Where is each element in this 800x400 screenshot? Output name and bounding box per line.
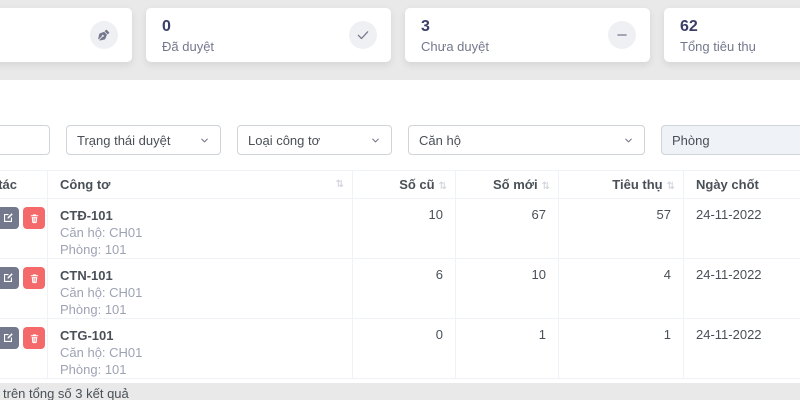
pen-nib-icon — [90, 21, 118, 49]
edit-icon — [2, 332, 14, 344]
select-label: Loại công tơ — [248, 133, 320, 148]
table-row: CTN-101 Căn hộ: CH01 Phòng: 101 6 10 4 2… — [0, 259, 800, 319]
delete-button[interactable] — [23, 267, 45, 289]
select-label: Phòng — [672, 133, 710, 148]
table-row: CTG-101 Căn hộ: CH01 Phòng: 101 0 1 1 24… — [0, 319, 800, 379]
consumption-cell: 1 — [559, 319, 684, 379]
old-number-cell: 0 — [353, 319, 456, 379]
stats-row: 0 Đã duyệt 3 Chưa duyệt 62 — [0, 8, 800, 62]
select-label: Căn hộ — [419, 133, 461, 148]
column-header-actions: Thao tác — [0, 171, 48, 199]
select-meter-type[interactable]: Loại công tơ — [237, 125, 392, 155]
select-room[interactable]: Phòng — [661, 125, 800, 155]
trash-icon — [29, 333, 40, 344]
meter-cell: CTĐ-101 Căn hộ: CH01 Phòng: 101 — [48, 199, 353, 259]
meter-room: Phòng: 101 — [60, 301, 352, 318]
stat-label: Tổng tiêu thụ — [680, 39, 800, 54]
column-header-new-number[interactable]: Số mới⇅ — [456, 171, 559, 199]
new-number-cell: 67 — [456, 199, 559, 259]
edit-button[interactable] — [0, 207, 19, 229]
page: 0 Đã duyệt 3 Chưa duyệt 62 — [0, 0, 800, 400]
sort-icon[interactable]: ⇅ — [439, 181, 447, 192]
closing-date-cell: 24-11-2022 — [684, 319, 800, 379]
search-input[interactable] — [0, 125, 50, 155]
consumption-cell: 57 — [559, 199, 684, 259]
stat-card-0 — [0, 8, 132, 62]
meters-table: Thao tác Công tơ ⇅ Số cũ⇅ Số mới — [0, 170, 800, 379]
filters-row: Trạng thái duyệt Loại công tơ Căn hộ — [0, 125, 800, 155]
sort-icon[interactable]: ⇅ — [542, 181, 550, 192]
column-header-old-number[interactable]: Số cũ⇅ — [353, 171, 456, 199]
stat-card-unapproved: 3 Chưa duyệt — [405, 8, 650, 62]
check-icon — [349, 21, 377, 49]
column-header-meter[interactable]: Công tơ ⇅ — [48, 171, 353, 199]
new-number-cell: 10 — [456, 259, 559, 319]
edit-icon — [2, 212, 14, 224]
meter-code: CTN-101 — [60, 267, 352, 284]
chevron-down-icon — [623, 135, 634, 146]
minus-icon — [608, 21, 636, 49]
meter-apartment: Căn hộ: CH01 — [60, 344, 352, 361]
select-approval-status[interactable]: Trạng thái duyệt — [66, 125, 221, 155]
closing-date-cell: 24-11-2022 — [684, 259, 800, 319]
select-label: Trạng thái duyệt — [77, 133, 170, 148]
meter-code: CTG-101 — [60, 327, 352, 344]
meter-room: Phòng: 101 — [60, 241, 352, 258]
stat-value: 62 — [680, 17, 800, 37]
results-summary: trên tổng số 3 kết quả — [0, 386, 800, 400]
column-header-consumption[interactable]: Tiêu thụ⇅ — [559, 171, 684, 199]
select-apartment[interactable]: Căn hộ — [408, 125, 645, 155]
stat-label: Chưa duyệt — [421, 39, 634, 54]
new-number-cell: 1 — [456, 319, 559, 379]
edit-button[interactable] — [0, 267, 19, 289]
closing-date-cell: 24-11-2022 — [684, 199, 800, 259]
meter-cell: CTG-101 Căn hộ: CH01 Phòng: 101 — [48, 319, 353, 379]
stat-card-approved: 0 Đã duyệt — [146, 8, 391, 62]
chevron-down-icon — [199, 135, 210, 146]
stat-label: Đã duyệt — [162, 39, 375, 54]
stat-value: 0 — [162, 17, 375, 37]
meter-apartment: Căn hộ: CH01 — [60, 224, 352, 241]
meter-room: Phòng: 101 — [60, 361, 352, 378]
delete-button[interactable] — [23, 207, 45, 229]
actions-cell — [0, 259, 48, 319]
chevron-down-icon — [370, 135, 381, 146]
sort-icon[interactable]: ⇅ — [336, 179, 344, 190]
stat-card-total-consumption: 62 Tổng tiêu thụ — [664, 8, 800, 62]
table-row: CTĐ-101 Căn hộ: CH01 Phòng: 101 10 67 57… — [0, 199, 800, 259]
old-number-cell: 10 — [353, 199, 456, 259]
meter-cell: CTN-101 Căn hộ: CH01 Phòng: 101 — [48, 259, 353, 319]
trash-icon — [29, 213, 40, 224]
delete-button[interactable] — [23, 327, 45, 349]
sort-icon[interactable]: ⇅ — [667, 181, 675, 192]
meter-code: CTĐ-101 — [60, 207, 352, 224]
trash-icon — [29, 273, 40, 284]
actions-cell — [0, 319, 48, 379]
main-panel: Trạng thái duyệt Loại công tơ Căn hộ — [0, 80, 800, 383]
consumption-cell: 4 — [559, 259, 684, 319]
stat-value: 3 — [421, 17, 634, 37]
edit-icon — [2, 272, 14, 284]
meter-apartment: Căn hộ: CH01 — [60, 284, 352, 301]
content-wrapper: 0 Đã duyệt 3 Chưa duyệt 62 — [0, 0, 800, 383]
actions-cell — [0, 199, 48, 259]
old-number-cell: 6 — [353, 259, 456, 319]
column-header-closing-date: Ngày chốt — [684, 171, 800, 199]
edit-button[interactable] — [0, 327, 19, 349]
table-header-row: Thao tác Công tơ ⇅ Số cũ⇅ Số mới — [0, 171, 800, 199]
